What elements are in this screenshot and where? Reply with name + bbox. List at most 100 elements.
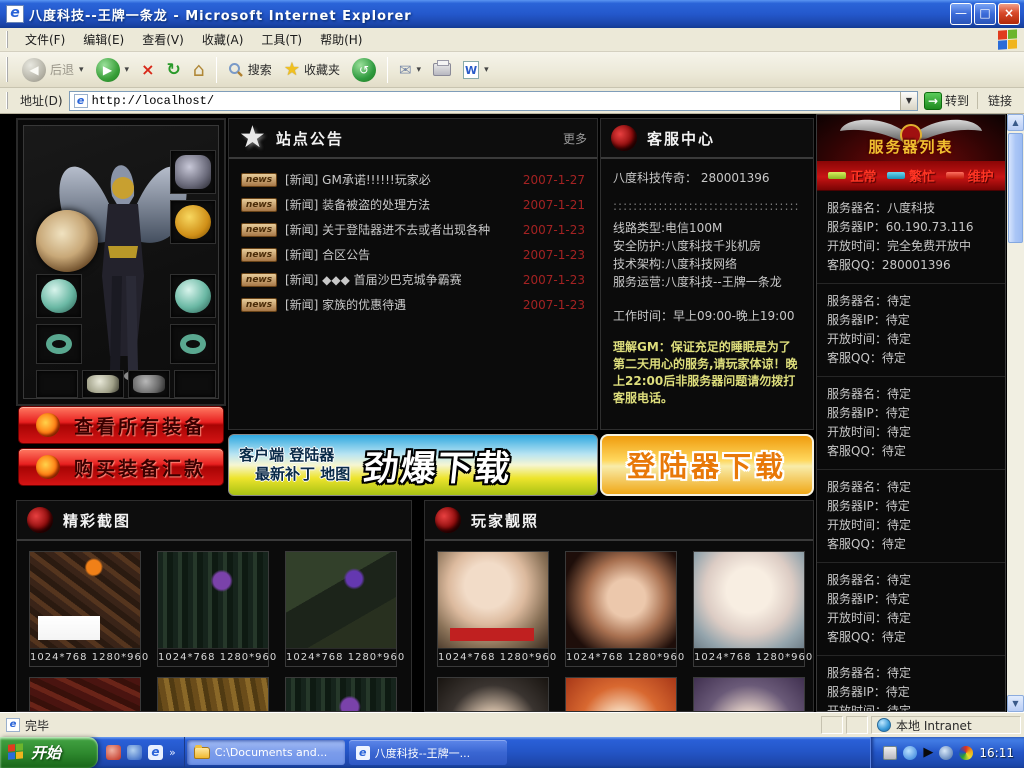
news-item[interactable]: news [新闻] 装备被盗的处理方法 2007-1-21 — [229, 192, 597, 217]
menu-edit[interactable]: 编辑(E) — [74, 28, 133, 51]
menu-file[interactable]: 文件(F) — [16, 28, 74, 51]
settings-tray-icon[interactable] — [939, 746, 953, 760]
news-item[interactable]: news [新闻] ◆◆◆ 首届沙巴克城争霸赛 2007-1-23 — [229, 267, 597, 292]
folder-icon — [194, 747, 210, 759]
equip-slot-belt — [82, 370, 124, 398]
toolbar-grip — [6, 57, 10, 82]
page-content: 查看所有装备 购买装备汇款 ★ 站点公告 更多 news [新闻] GM承诺!!… — [0, 114, 1024, 712]
menu-bar: 文件(F) 编辑(E) 查看(V) 收藏(A) 工具(T) 帮助(H) — [0, 28, 1024, 52]
forward-button[interactable]: ▶ ▾ — [90, 56, 136, 84]
taskbar-item-explorer[interactable]: C:\Documents and... — [187, 740, 345, 765]
news-badge-icon: news — [241, 298, 277, 312]
photo-thumbnail[interactable] — [693, 677, 805, 712]
player-photo-image — [566, 678, 676, 712]
screenshot-thumbnail[interactable] — [157, 677, 269, 712]
quick-launch-icon-1[interactable] — [106, 745, 121, 760]
mail-button[interactable]: ✉▾ — [393, 59, 427, 81]
refresh-button[interactable]: ↻ — [160, 58, 186, 82]
scroll-up-icon[interactable]: ▲ — [1007, 114, 1024, 131]
print-button[interactable] — [427, 61, 457, 78]
status-page-icon: e — [6, 718, 20, 732]
back-button[interactable]: ◀ 后退 ▾ — [16, 56, 90, 84]
server-list-header: 服务器列表 — [817, 115, 1005, 161]
launcher-download-banner[interactable]: 登陆器下载 — [600, 434, 814, 496]
taskbar-clock[interactable]: 16:11 — [979, 746, 1014, 760]
home-button[interactable]: ⌂ — [187, 58, 211, 82]
news-item[interactable]: news [新闻] 合区公告 2007-1-23 — [229, 242, 597, 267]
keyboard-tray-icon[interactable] — [883, 746, 897, 760]
service-work-time: 工作时间：早上09:00-晚上19:00 — [613, 307, 801, 325]
history-button[interactable]: ↺ — [346, 56, 382, 84]
mail-icon: ✉ — [399, 61, 412, 79]
screenshot-thumbnail[interactable] — [285, 677, 397, 712]
announcements-header: ★ 站点公告 更多 — [229, 119, 597, 159]
maximize-button[interactable]: □ — [974, 3, 996, 25]
download-banner[interactable]: 客户端 登陆器 最新补丁 地图 劲爆下载 — [228, 434, 598, 496]
go-button[interactable]: → 转到 — [924, 92, 969, 110]
ie-app-icon: e — [6, 5, 24, 23]
equip-slot-ring-left — [36, 324, 82, 364]
server-entry: 服务器名：待定服务器IP：待定 开放时间：待定客服QQ：待定 — [817, 377, 1005, 470]
star-icon: ★ — [239, 123, 266, 153]
status-bar: e 完毕 本地 Intranet — [0, 712, 1024, 737]
equip-slot-empty-1 — [36, 370, 78, 398]
favorites-button[interactable]: ★ 收藏夹 — [278, 57, 346, 82]
refresh-icon: ↻ — [166, 60, 180, 80]
buy-equipment-button[interactable]: 购买装备汇款 — [18, 448, 224, 486]
photo-thumbnail[interactable]: 1024*768 1280*960 — [437, 551, 549, 667]
start-button[interactable]: 开始 — [0, 737, 98, 768]
stop-button[interactable]: × — [135, 58, 160, 82]
address-dropdown-icon[interactable]: ▼ — [900, 92, 917, 110]
title-bar: e 八度科技--王牌一条龙 - Microsoft Internet Explo… — [0, 0, 1024, 28]
screenshot-thumbnail[interactable]: 1024*768 1280*960 — [157, 551, 269, 667]
blue-tray-icon[interactable] — [903, 746, 917, 760]
vertical-scrollbar[interactable]: ▲ ▼ — [1007, 114, 1024, 712]
more-link[interactable]: 更多 — [563, 130, 587, 147]
windows-start-flag-icon — [8, 743, 25, 761]
taskbar-item-ie[interactable]: e 八度科技--王牌一... — [349, 740, 507, 765]
photo-thumbnail[interactable]: 1024*768 1280*960 — [565, 551, 677, 667]
service-header: 客服中心 — [601, 119, 813, 159]
game-screenshot-image — [158, 678, 268, 712]
screenshot-thumbnail[interactable]: 1024*768 1280*960 — [285, 551, 397, 667]
search-icon — [228, 62, 244, 78]
screenshot-thumbnail[interactable] — [29, 677, 141, 712]
quick-launch-icon-2[interactable] — [127, 745, 142, 760]
scroll-down-icon[interactable]: ▼ — [1007, 695, 1024, 712]
screenshot-thumbnail[interactable]: 1024*768 1280*960 — [29, 551, 141, 667]
screenshots-header: 精彩截图 — [17, 501, 411, 541]
media-play-tray-icon[interactable]: ▶ — [923, 746, 933, 760]
service-info-line: 安全防护:八度科技千兆机房 — [613, 237, 801, 255]
minimize-button[interactable]: — — [950, 3, 972, 25]
history-icon: ↺ — [352, 58, 376, 82]
address-input[interactable] — [92, 94, 900, 108]
player-photo-image — [694, 552, 804, 648]
menu-help[interactable]: 帮助(H) — [311, 28, 371, 51]
player-photo-image — [566, 552, 676, 648]
news-item[interactable]: news [新闻] 家族的优惠待遇 2007-1-23 — [229, 292, 597, 317]
close-button[interactable]: × — [998, 3, 1020, 25]
menu-tools[interactable]: 工具(T) — [252, 28, 311, 51]
quick-launch-ie-icon[interactable]: e — [148, 745, 163, 760]
service-info-line: 线路类型:电信100M — [613, 219, 801, 237]
menu-favorites[interactable]: 收藏(A) — [193, 28, 253, 51]
search-button[interactable]: 搜索 — [222, 59, 278, 80]
ie-task-icon: e — [356, 746, 370, 760]
photo-thumbnail[interactable]: 1024*768 1280*960 — [693, 551, 805, 667]
photo-thumbnail[interactable] — [565, 677, 677, 712]
links-label[interactable]: 链接 — [977, 92, 1012, 109]
equip-slot-bracelet-left — [36, 274, 82, 318]
quick-launch-overflow-chevron[interactable]: » — [169, 746, 176, 759]
menu-view[interactable]: 查看(V) — [133, 28, 193, 51]
news-item[interactable]: news [新闻] GM承诺!!!!!!玩家必 2007-1-27 — [229, 167, 597, 192]
news-item[interactable]: news [新闻] 关于登陆器进不去或者出现各种 2007-1-23 — [229, 217, 597, 242]
address-grip — [6, 92, 10, 110]
equip-slot-medal — [170, 200, 216, 244]
view-all-equipment-button[interactable]: 查看所有装备 — [18, 406, 224, 444]
status-pane — [821, 716, 843, 734]
messenger-tray-icon[interactable] — [959, 746, 973, 760]
equip-slot-empty-2 — [174, 370, 216, 398]
photo-thumbnail[interactable] — [437, 677, 549, 712]
edit-button[interactable]: W▾ — [457, 59, 495, 81]
scrollbar-thumb[interactable] — [1008, 133, 1023, 243]
